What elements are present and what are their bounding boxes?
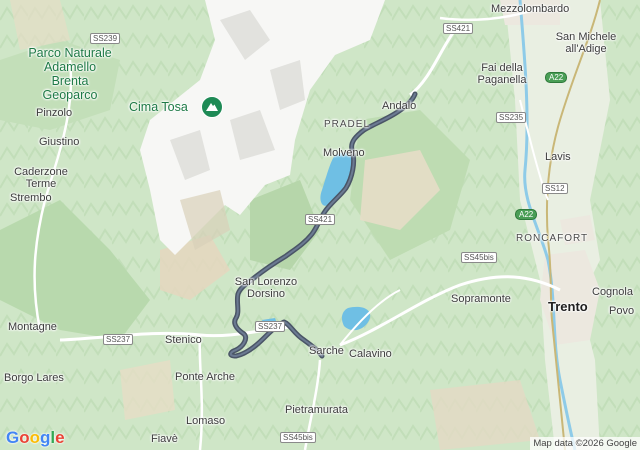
place-label-line: San Michele bbox=[555, 31, 617, 43]
place-label-line: Dorsino bbox=[247, 288, 285, 300]
road-shield: SS239 bbox=[90, 33, 121, 44]
place-label[interactable]: San Michele all'Adige bbox=[551, 31, 621, 55]
road-shield: SS45bis bbox=[461, 252, 497, 263]
place-label[interactable]: Andalo bbox=[382, 100, 416, 112]
place-label[interactable]: Povo bbox=[609, 305, 634, 317]
place-label[interactable]: Strembo bbox=[10, 192, 52, 204]
mountain-peak-icon[interactable] bbox=[201, 96, 223, 118]
place-label[interactable]: Molveno bbox=[323, 147, 365, 159]
place-label[interactable]: Montagne bbox=[8, 321, 57, 333]
place-label[interactable]: Lavis bbox=[545, 151, 571, 163]
place-label-line: Paganella bbox=[477, 74, 527, 86]
place-label[interactable]: Sopramonte bbox=[451, 293, 511, 305]
peak-label[interactable]: Cima Tosa bbox=[129, 101, 188, 114]
map-canvas[interactable]: Parco Naturale Adamello Brenta Geoparco … bbox=[0, 0, 640, 450]
road-shield: SS237 bbox=[103, 334, 134, 345]
map-attribution[interactable]: Map data ©2026 Google bbox=[530, 437, 640, 450]
place-label[interactable]: Trento bbox=[548, 300, 588, 313]
place-label[interactable]: Pietramurata bbox=[285, 404, 348, 416]
place-label[interactable]: Borgo Lares bbox=[4, 372, 64, 384]
logo-letter: g bbox=[40, 428, 51, 447]
place-label-line: Fai della bbox=[481, 62, 523, 74]
google-logo[interactable]: Google bbox=[6, 428, 65, 448]
road-shield: SS421 bbox=[305, 214, 336, 225]
place-label-line: Terme bbox=[25, 178, 57, 190]
place-label[interactable]: Calavino bbox=[349, 348, 392, 360]
road-shield: SS12 bbox=[542, 183, 568, 194]
logo-letter: e bbox=[55, 428, 65, 447]
place-label-line: all'Adige bbox=[565, 43, 607, 55]
road-shield: A22 bbox=[515, 209, 538, 220]
place-label[interactable]: Fiavè bbox=[151, 433, 178, 445]
place-label[interactable]: Pinzolo bbox=[36, 107, 72, 119]
park-label-line: Brenta bbox=[51, 74, 89, 88]
place-label-line: Caderzone bbox=[14, 166, 68, 178]
road-shield: SS235 bbox=[496, 112, 527, 123]
place-label[interactable]: Lomaso bbox=[186, 415, 225, 427]
park-label[interactable]: Parco Naturale Adamello Brenta Geoparco bbox=[10, 46, 130, 102]
place-label-line: San Lorenzo bbox=[234, 276, 298, 288]
place-label[interactable]: San Lorenzo Dorsino bbox=[222, 276, 310, 300]
place-label[interactable]: PRADEL bbox=[324, 119, 370, 131]
place-label[interactable]: Sarche bbox=[309, 345, 344, 357]
logo-letter: o bbox=[19, 428, 30, 447]
place-label[interactable]: RONCAFORT bbox=[516, 233, 588, 245]
place-label[interactable]: Caderzone Terme bbox=[4, 166, 78, 190]
place-label[interactable]: Cognola bbox=[592, 286, 633, 298]
park-label-line: Geoparco bbox=[42, 88, 98, 102]
road-shield: A22 bbox=[545, 72, 568, 83]
place-label[interactable]: Stenico bbox=[165, 334, 202, 346]
park-label-line: Adamello bbox=[43, 60, 97, 74]
park-label-line: Parco Naturale bbox=[28, 46, 112, 60]
place-label[interactable]: Ponte Arche bbox=[175, 371, 235, 383]
road-shield: SS421 bbox=[443, 23, 474, 34]
place-label[interactable]: Mezzolombardo bbox=[491, 3, 569, 15]
logo-letter: o bbox=[29, 428, 41, 447]
place-label[interactable]: Giustino bbox=[39, 136, 79, 148]
road-shield: SS45bis bbox=[280, 432, 316, 443]
logo-letter: G bbox=[6, 428, 20, 447]
place-label[interactable]: Fai della Paganella bbox=[467, 62, 537, 86]
road-shield: SS237 bbox=[255, 321, 286, 332]
